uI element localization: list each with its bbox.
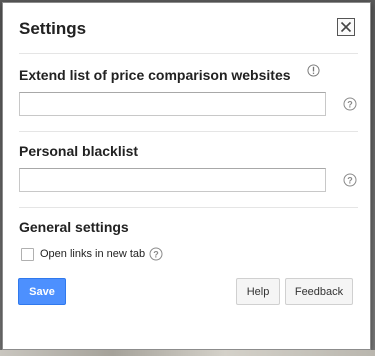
svg-text:?: ? xyxy=(153,250,159,260)
extend-list-label: Extend list of price comparison websites xyxy=(19,67,291,83)
extend-list-input[interactable] xyxy=(19,92,326,116)
question-mark-icon[interactable]: ? xyxy=(343,97,357,111)
divider xyxy=(19,131,358,132)
background-strip xyxy=(0,350,375,356)
feedback-button[interactable]: Feedback xyxy=(285,278,353,305)
close-icon xyxy=(340,21,352,33)
divider xyxy=(19,53,358,54)
dialog-title: Settings xyxy=(19,19,87,38)
close-button[interactable] xyxy=(337,18,355,36)
svg-text:?: ? xyxy=(347,100,353,110)
open-links-label[interactable]: Open links in new tab xyxy=(40,248,145,260)
settings-dialog: Settings Extend list of price comparison… xyxy=(2,2,371,350)
general-settings-label: General settings xyxy=(19,219,129,235)
blacklist-input[interactable] xyxy=(19,168,326,192)
divider xyxy=(19,207,358,208)
open-links-checkbox[interactable] xyxy=(21,248,34,261)
blacklist-label: Personal blacklist xyxy=(19,143,139,159)
question-mark-icon[interactable]: ? xyxy=(343,173,357,187)
help-button[interactable]: Help xyxy=(236,278,280,305)
svg-text:?: ? xyxy=(347,176,353,186)
info-icon[interactable] xyxy=(307,64,320,77)
save-button[interactable]: Save xyxy=(18,278,66,305)
question-mark-icon[interactable]: ? xyxy=(149,247,163,261)
